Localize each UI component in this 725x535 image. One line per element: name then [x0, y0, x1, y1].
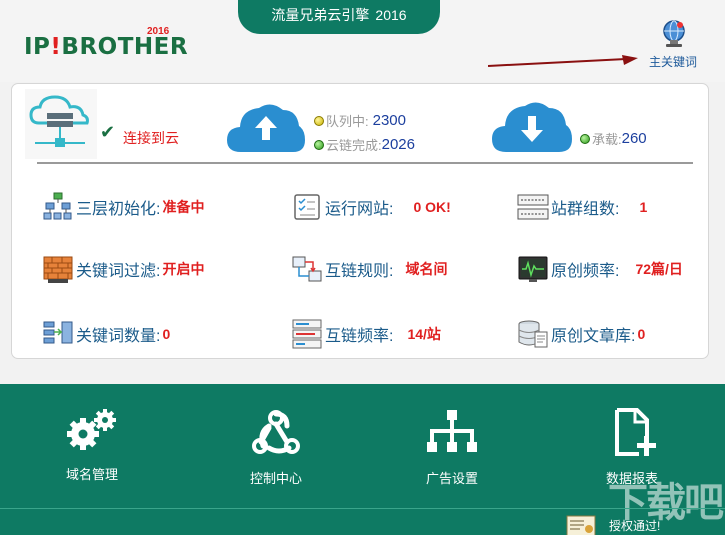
cloud-download-icon: [492, 102, 572, 152]
item-running-sites: 运行网站: 0 OK!: [291, 191, 451, 223]
keyword-globe-icon[interactable]: [658, 18, 690, 50]
header: 流量兄弟云引擎 2016 IP!BROTHER 2016 主关键词: [0, 0, 725, 82]
item-link-rules: 互链规则: 域名间: [291, 253, 447, 285]
item-label: 原创频率:: [551, 263, 620, 280]
divider: [37, 162, 693, 164]
firewall-icon: [43, 256, 73, 283]
item-value: 开启中: [162, 261, 205, 277]
main-keyword-link[interactable]: 主关键词: [649, 53, 697, 70]
item-value: 域名间: [405, 261, 448, 277]
load-value: 260: [621, 130, 647, 147]
item-label: 原创文章库:: [551, 328, 636, 345]
cloudlink-stat: 云链完成: 2026: [314, 135, 415, 154]
load-stat: 承载: 260: [580, 129, 647, 148]
nav-label: 域名管理: [65, 467, 118, 482]
app-title-year: 2016: [375, 7, 407, 23]
keyword-list-icon: [43, 321, 73, 344]
item-keyword-count: 关键词数量: 0: [42, 318, 170, 350]
item-label: 互链规则:: [325, 263, 394, 280]
queue-stat: 队列中: 2300: [314, 111, 406, 130]
layers-network-icon: [43, 192, 72, 220]
new-document-icon: [615, 408, 656, 456]
item-value: 72篇/日: [635, 261, 683, 277]
gears-icon: [67, 409, 116, 450]
item-label: 运行网站:: [325, 201, 394, 218]
load-label: 承载:: [592, 132, 622, 147]
logo-prefix: IP: [24, 34, 51, 60]
item-label: 站群组数:: [551, 201, 620, 218]
nav-domain-management[interactable]: 域名管理: [32, 406, 152, 483]
brand-logo: IP!BROTHER: [24, 34, 188, 60]
item-value: 14/站: [407, 326, 441, 342]
cloudlink-label: 云链完成:: [326, 138, 382, 153]
item-layer-init: 三层初始化: 准备中: [42, 191, 204, 223]
item-original-frequency: 原创频率: 72篇/日: [517, 253, 683, 285]
item-value: 0: [162, 326, 171, 342]
bottom-nav-bar: 域名管理 控制中心 广告设置 数据报表 下载吧 授权通过!: [0, 384, 725, 535]
monitor-chart-icon: [518, 256, 548, 282]
app-title-text: 流量兄弟云引擎: [271, 7, 370, 23]
logo-year: 2016: [147, 26, 170, 37]
green-dot-icon: [314, 139, 324, 150]
nav-label: 广告设置: [425, 471, 478, 486]
item-site-groups: 站群组数: 1: [517, 191, 647, 223]
logo-suffix: BROTHER: [61, 34, 189, 60]
status-panel: ✔ 连接到云 队列中: 2300 云链完成: 2026 承载: 260 三层初始…: [11, 83, 709, 359]
item-value: 1: [639, 199, 648, 215]
cloud-server-icon: [25, 89, 97, 159]
item-value: 0: [637, 326, 646, 342]
database-icon: [518, 320, 548, 348]
queue-value: 2300: [372, 112, 406, 129]
ip-grid-icon: [517, 194, 549, 220]
link-rules-icon: [292, 256, 322, 282]
certificate-icon: [566, 515, 596, 535]
green-dot-icon: [580, 133, 590, 144]
license-status: 授权通过!: [609, 519, 661, 533]
nav-label: 控制中心: [249, 471, 302, 486]
item-article-library: 原创文章库: 0: [517, 318, 645, 350]
app-title: 流量兄弟云引擎 2016: [238, 0, 440, 34]
item-label: 关键词过滤:: [76, 263, 161, 280]
cloud-upload-icon: [227, 104, 305, 152]
sitemap-icon: [427, 410, 477, 452]
checklist-icon: [294, 194, 320, 220]
nav-ad-settings[interactable]: 广告设置: [392, 406, 512, 487]
footer-divider: [0, 508, 725, 509]
yellow-dot-icon: [314, 115, 324, 126]
queue-label: 队列中:: [326, 114, 369, 129]
arrow-icon: [488, 55, 638, 67]
item-value: 0 OK!: [413, 199, 451, 215]
cloud-connection-status: 连接到云: [123, 130, 179, 146]
webhook-icon: [252, 410, 300, 454]
nav-control-center[interactable]: 控制中心: [216, 406, 336, 487]
check-icon: ✔: [100, 122, 116, 142]
item-label: 互链频率:: [325, 328, 394, 345]
link-frequency-icon: [292, 319, 322, 349]
logo-bang: !: [50, 34, 62, 60]
item-label: 三层初始化:: [76, 201, 161, 218]
item-value: 准备中: [162, 199, 205, 215]
item-keyword-filter: 关键词过滤: 开启中: [42, 253, 204, 285]
item-link-frequency: 互链频率: 14/站: [291, 318, 441, 350]
item-label: 关键词数量:: [76, 328, 161, 345]
cloudlink-value: 2026: [381, 136, 415, 153]
